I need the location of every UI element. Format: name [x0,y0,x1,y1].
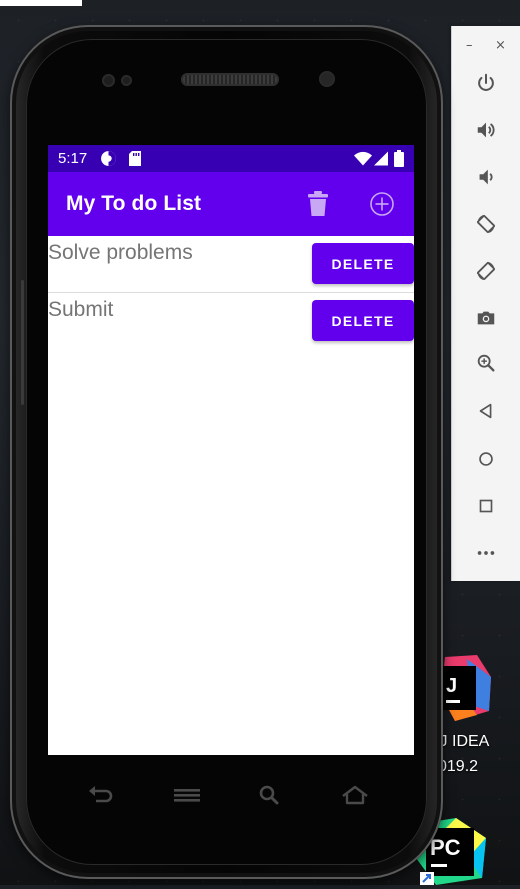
camera-icon [477,311,495,325]
volume-up-button[interactable] [471,115,501,145]
app-bar: My To do List [48,172,414,236]
phone-screen: 5:17 My To do List Solve problems DELETE… [48,145,414,755]
proximity-sensor [102,74,115,87]
taskbar-fragment [0,0,82,6]
more-icon [477,551,495,555]
close-button[interactable]: × [495,36,506,56]
delete-button[interactable]: DELETE [312,243,414,284]
app-title: My To do List [66,192,202,215]
rotate-right-button[interactable] [471,256,501,286]
search-icon [259,785,279,805]
status-bar: 5:17 [48,145,414,172]
overview-icon [479,499,493,513]
intellij-idea-version-label: 019.2 [438,758,479,775]
todo-list: Solve problems DELETE Submit DELETE [48,236,414,349]
cell-signal-icon [374,150,388,171]
home-button[interactable] [471,444,501,474]
back-arrow-icon [89,786,113,803]
svg-text:PC: PC [430,835,461,860]
phone-hardware-keys [72,780,392,810]
delete-all-button[interactable] [300,186,336,222]
data-saver-icon [100,150,117,171]
zoom-button[interactable] [471,348,501,378]
todo-text: Solve problems [48,241,193,264]
phone-side-key [21,280,24,405]
battery-icon [394,150,404,171]
add-todo-button[interactable] [364,186,400,222]
toolbar-window-controls: – × [452,36,520,56]
hw-home-key[interactable] [337,780,373,810]
screenshot-button[interactable] [471,303,501,333]
add-circle-icon [370,192,394,216]
more-button[interactable] [471,538,501,568]
back-button[interactable] [471,396,501,426]
rotate-right-icon [477,262,495,280]
menu-icon [174,789,200,802]
front-camera [319,71,335,87]
todo-item: Solve problems DELETE [48,236,414,293]
intellij-idea-shortcut[interactable]: J [437,655,492,725]
power-icon [478,73,494,91]
home-outline-icon [342,785,368,805]
minimize-button[interactable]: – [466,36,473,56]
volume-down-icon [479,169,493,185]
todo-item: Submit DELETE [48,293,414,349]
phone-speaker [181,73,279,86]
status-time: 5:17 [58,150,88,167]
intellij-idea-label: iJ IDEA [436,733,490,750]
rotate-left-button[interactable] [471,209,501,239]
wifi-icon [354,150,372,171]
home-icon [479,452,493,466]
svg-text:J: J [446,675,457,697]
zoom-icon [477,354,495,372]
light-sensor [121,75,132,86]
overview-button[interactable] [471,491,501,521]
delete-button[interactable]: DELETE [312,300,414,341]
emulator-toolbar: – × [451,26,520,581]
intellij-idea-icon: J [440,655,491,721]
hw-search-key[interactable] [252,780,288,810]
back-icon [479,403,492,419]
trash-icon [308,191,328,216]
volume-up-icon [477,122,495,138]
hw-back-key[interactable] [83,780,119,810]
power-button[interactable] [471,68,501,98]
todo-text: Submit [48,298,114,321]
volume-down-button[interactable] [471,162,501,192]
hw-menu-key[interactable] [169,780,205,810]
rotate-left-icon [477,215,495,233]
sd-card-icon [128,150,142,171]
